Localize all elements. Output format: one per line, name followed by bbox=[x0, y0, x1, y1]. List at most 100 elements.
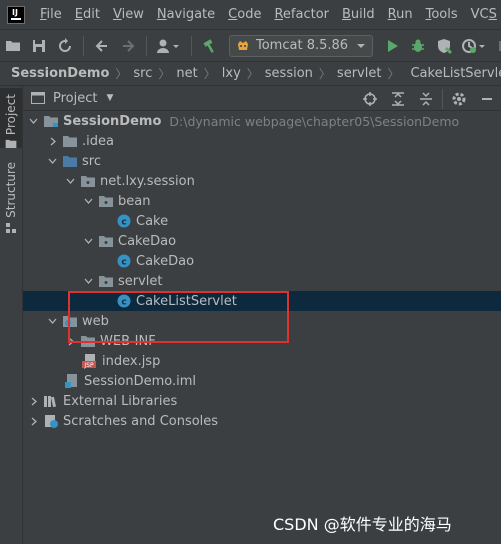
tree-node-cake[interactable]: c Cake bbox=[23, 211, 501, 231]
toolbar-divider bbox=[83, 35, 84, 56]
project-panel-title[interactable]: Project bbox=[53, 91, 97, 106]
breadcrumb-item-cakelistservlet[interactable]: CakeListServlet bbox=[410, 66, 501, 81]
breadcrumb-item-session[interactable]: session bbox=[265, 66, 313, 81]
breadcrumb-separator: 〉 bbox=[203, 67, 216, 81]
project-tool-window: Project ▼ SessionDemo D:\dynamic webpage… bbox=[23, 86, 501, 544]
svg-text:c: c bbox=[121, 258, 126, 268]
tree-node-external-libraries[interactable]: External Libraries bbox=[23, 391, 501, 411]
iml-file-icon bbox=[64, 373, 80, 389]
expanded-chevron-icon[interactable] bbox=[82, 271, 94, 291]
tree-node-scratches[interactable]: Scratches and Consoles bbox=[23, 411, 501, 431]
project-view-icon bbox=[31, 92, 45, 104]
tree-node-bean[interactable]: bean bbox=[23, 191, 501, 211]
package-icon bbox=[98, 233, 114, 249]
tree-node-cakedao-package[interactable]: CakeDao bbox=[23, 231, 501, 251]
expanded-chevron-icon[interactable] bbox=[64, 171, 76, 191]
view-mode-chevron-down-icon[interactable]: ▼ bbox=[106, 93, 113, 103]
toolbar-divider bbox=[146, 35, 147, 56]
menu-vcs[interactable]: VCS bbox=[465, 0, 501, 29]
run-icon[interactable] bbox=[381, 35, 403, 57]
sync-icon[interactable] bbox=[54, 35, 76, 57]
expand-all-icon[interactable] bbox=[387, 88, 409, 110]
breadcrumb-separator: 〉 bbox=[318, 67, 331, 81]
breadcrumb-item-net[interactable]: net bbox=[176, 66, 197, 81]
stripe-tab-project[interactable]: Project bbox=[0, 88, 22, 148]
breadcrumb-item-lxy[interactable]: lxy bbox=[222, 66, 241, 81]
debug-bug-icon[interactable] bbox=[407, 35, 429, 57]
profile-icon[interactable] bbox=[459, 35, 489, 57]
tree-node-idea[interactable]: .idea bbox=[23, 131, 501, 151]
tree-label-src: src bbox=[82, 153, 101, 169]
minimize-icon[interactable] bbox=[476, 88, 498, 110]
breadcrumb-item-sessiondemo[interactable]: SessionDemo bbox=[11, 66, 109, 81]
breadcrumb-item-servlet[interactable]: servlet bbox=[337, 66, 382, 81]
tree-label-scratches: Scratches and Consoles bbox=[63, 413, 219, 429]
tree-label-servlet: servlet bbox=[118, 273, 163, 289]
folder-icon bbox=[5, 139, 17, 148]
stripe-tab-structure[interactable]: Structure bbox=[0, 162, 22, 234]
tree-node-src[interactable]: src bbox=[23, 151, 501, 171]
package-icon bbox=[98, 193, 114, 209]
expanded-chevron-icon[interactable] bbox=[27, 111, 39, 131]
breadcrumb-item-src[interactable]: src bbox=[133, 66, 152, 81]
collapsed-chevron-icon[interactable] bbox=[27, 411, 39, 431]
gear-icon[interactable] bbox=[448, 88, 470, 110]
tree-label-bean: bean bbox=[118, 193, 151, 209]
menu-file[interactable]: File bbox=[34, 0, 69, 29]
structure-icon bbox=[6, 222, 16, 233]
class-icon: c bbox=[116, 253, 132, 269]
menu-view[interactable]: View bbox=[107, 0, 151, 29]
build-hammer-icon[interactable] bbox=[199, 35, 221, 57]
locate-target-icon[interactable] bbox=[359, 88, 381, 110]
intellij-logo-icon: IJ bbox=[7, 5, 25, 24]
menu-navigate[interactable]: Navigate bbox=[151, 0, 222, 29]
collapsed-chevron-icon[interactable] bbox=[27, 391, 39, 411]
forward-arrow-icon[interactable] bbox=[117, 35, 139, 57]
tree-label-iml: SessionDemo.iml bbox=[84, 373, 197, 389]
tree-label-sessiondemo: SessionDemo bbox=[63, 113, 162, 129]
tree-label-cakedao-class: CakeDao bbox=[136, 253, 195, 269]
expanded-chevron-icon[interactable] bbox=[46, 151, 58, 171]
breadcrumb: SessionDemo 〉 src 〉 net 〉 lxy 〉 session … bbox=[0, 61, 501, 86]
tomcat-icon bbox=[238, 40, 248, 50]
stop-icon[interactable] bbox=[493, 35, 501, 57]
menu-code[interactable]: Code bbox=[222, 0, 268, 29]
run-configuration-selector[interactable]: Tomcat 8.5.86 bbox=[229, 34, 374, 57]
svg-text:JSP: JSP bbox=[83, 362, 94, 369]
source-folder-icon bbox=[62, 153, 78, 169]
tree-node-indexjsp[interactable]: JSP index.jsp bbox=[23, 351, 501, 371]
tree-node-cakedao-class[interactable]: c CakeDao bbox=[23, 251, 501, 271]
run-config-label: Tomcat 8.5.86 bbox=[256, 38, 349, 53]
tree-node-servlet[interactable]: servlet bbox=[23, 271, 501, 291]
tree-node-package-session[interactable]: net.lxy.session bbox=[23, 171, 501, 191]
back-arrow-icon[interactable] bbox=[91, 35, 113, 57]
tree-label-cakedao-package: CakeDao bbox=[118, 233, 177, 249]
menu-refactor[interactable]: Refactor bbox=[268, 0, 336, 29]
main-toolbar: Tomcat 8.5.86 bbox=[0, 29, 501, 61]
save-all-icon[interactable] bbox=[28, 35, 50, 57]
menu-tools[interactable]: Tools bbox=[420, 0, 465, 29]
project-tree: SessionDemo D:\dynamic webpage\chapter05… bbox=[23, 111, 501, 544]
tree-node-iml[interactable]: SessionDemo.iml bbox=[23, 371, 501, 391]
red-highlight-annotation bbox=[68, 291, 289, 343]
package-icon bbox=[80, 173, 96, 189]
expanded-chevron-icon[interactable] bbox=[82, 191, 94, 211]
tree-node-sessiondemo[interactable]: SessionDemo D:\dynamic webpage\chapter05… bbox=[23, 111, 501, 131]
menu-edit[interactable]: Edit bbox=[69, 0, 107, 29]
open-folder-icon[interactable] bbox=[2, 35, 24, 57]
menu-build[interactable]: Build bbox=[336, 0, 382, 29]
module-folder-icon bbox=[43, 113, 59, 129]
user-icon[interactable] bbox=[154, 35, 184, 57]
collapsed-chevron-icon[interactable] bbox=[46, 131, 58, 151]
coverage-shield-icon[interactable] bbox=[433, 35, 455, 57]
scratches-icon bbox=[43, 413, 59, 429]
menu-run[interactable]: Run bbox=[382, 0, 420, 29]
expanded-chevron-icon[interactable] bbox=[46, 311, 58, 331]
tool-window-stripe: Project Structure bbox=[0, 86, 23, 544]
class-icon: c bbox=[116, 213, 132, 229]
watermark-text: CSDN @软件专业的海马 bbox=[273, 515, 452, 534]
expanded-chevron-icon[interactable] bbox=[82, 231, 94, 251]
stripe-project-label: Project bbox=[4, 94, 18, 136]
breadcrumb-separator: 〉 bbox=[387, 67, 400, 81]
collapse-all-icon[interactable] bbox=[415, 88, 437, 110]
